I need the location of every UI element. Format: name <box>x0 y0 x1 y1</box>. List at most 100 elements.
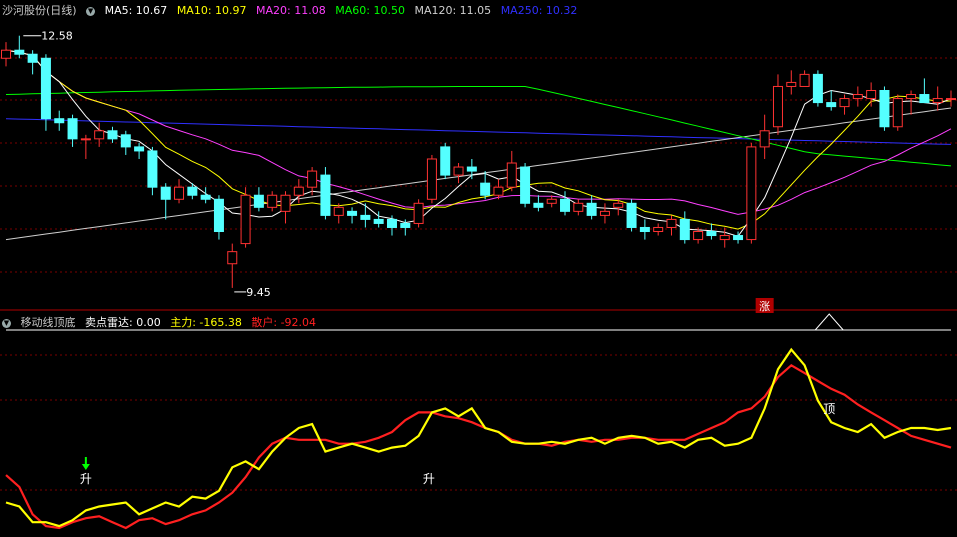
candle <box>200 187 211 204</box>
ma250-line <box>5 118 952 145</box>
candle-body-up <box>613 202 624 208</box>
candle <box>506 150 517 192</box>
rise-signal-label: 升 <box>423 472 435 486</box>
buy-arrow-icon <box>81 464 90 470</box>
candle-body-down <box>200 194 211 200</box>
candle <box>27 50 38 75</box>
candle-body-up <box>80 138 91 141</box>
candle <box>253 187 264 212</box>
candle-body-down <box>213 198 224 233</box>
candle-body-down <box>27 53 38 63</box>
candle-body-up <box>666 218 677 228</box>
candle <box>426 154 437 204</box>
candle <box>759 114 770 159</box>
candle-body-down <box>253 194 264 208</box>
candle-body-up <box>546 198 557 204</box>
candle <box>413 199 424 228</box>
indicator-header: ▼ 移动线顶底 卖点雷达: 0.00 主力: -165.38 散户: -92.0… <box>2 314 322 332</box>
candle <box>160 183 171 220</box>
candle <box>626 199 637 232</box>
candle-body-up <box>426 158 437 200</box>
candle <box>134 142 145 159</box>
candle <box>892 94 903 131</box>
candle <box>733 231 744 244</box>
candle <box>932 86 943 111</box>
candle-body-down <box>826 102 837 108</box>
candle <box>653 223 664 236</box>
candle <box>866 82 877 107</box>
candle-body-down <box>320 174 331 216</box>
candle <box>639 219 650 240</box>
candle <box>1 42 11 67</box>
candle <box>240 187 251 248</box>
candle-body-up <box>839 98 850 108</box>
candle <box>520 163 531 208</box>
candle-body-up <box>599 210 610 216</box>
candle-body-down <box>706 231 717 237</box>
candle <box>213 195 224 240</box>
candle-body-up <box>906 94 917 100</box>
candle-body-up <box>653 226 664 233</box>
rise-signal-label: 升 <box>80 472 92 486</box>
top-signal-marker <box>814 313 844 331</box>
ma-settings-icon[interactable]: ▼ <box>86 6 96 16</box>
candle-body-down <box>480 182 491 196</box>
candle-body-up <box>94 130 105 140</box>
candle-body-up <box>772 85 783 128</box>
candle <box>946 90 956 107</box>
candle-body-up <box>946 98 956 101</box>
indicator-settings-icon[interactable]: ▼ <box>2 318 11 328</box>
candle-body-down <box>520 166 531 204</box>
candle-body-down <box>187 186 198 196</box>
indicator-line-retail <box>5 363 952 530</box>
stock-title[interactable]: 沙河股份(日线) <box>2 4 77 17</box>
ma20-label: MA20: 11.08 <box>256 4 326 17</box>
candle-body-up <box>892 98 903 128</box>
candle-body-down <box>733 235 744 241</box>
candle-body-up <box>573 202 584 212</box>
candle-body-up <box>786 81 797 87</box>
ma5-label: MA5: 10.67 <box>104 4 168 17</box>
candle <box>493 179 504 200</box>
candle-body-up <box>759 130 770 148</box>
candle-body-down <box>160 186 171 200</box>
candle-body-up <box>333 206 344 216</box>
candle-body-down <box>120 134 131 148</box>
candle-body-down <box>360 214 371 220</box>
candle-body-down <box>54 118 65 124</box>
candle-body-up <box>693 231 704 241</box>
candle <box>879 86 890 131</box>
candle <box>786 70 797 95</box>
candle <box>573 199 584 216</box>
candle-body-up <box>852 94 863 100</box>
candle-body-up <box>866 89 877 100</box>
candle <box>147 146 158 196</box>
candle-body-up <box>293 186 304 196</box>
candle-body-down <box>67 118 78 140</box>
candle <box>812 70 823 107</box>
indicator-lines <box>5 329 952 530</box>
candle <box>107 126 118 143</box>
candle <box>746 142 757 244</box>
ma250-label: MA250: 10.32 <box>500 4 578 17</box>
candle <box>666 215 677 236</box>
candle-body-up <box>267 194 278 208</box>
high-price-label: 12.58 <box>41 30 73 43</box>
main-header: 沙河股份(日线) ▼ MA5: 10.67 MA10: 10.97 MA20: … <box>2 2 583 20</box>
candle <box>679 211 690 244</box>
candle <box>320 167 331 220</box>
candle <box>453 163 464 184</box>
indicator-name[interactable]: 移动线顶底 <box>21 316 76 329</box>
candle <box>54 110 65 131</box>
candle <box>67 114 78 147</box>
candle <box>333 203 344 224</box>
candle-body-down <box>40 57 51 120</box>
candle <box>560 191 571 216</box>
candle <box>280 191 291 224</box>
candle <box>14 35 25 59</box>
candle <box>440 142 451 180</box>
candle-body-up <box>719 235 730 241</box>
candle-body-down <box>812 73 823 104</box>
candle-body-up <box>227 251 238 265</box>
candle <box>799 70 810 87</box>
